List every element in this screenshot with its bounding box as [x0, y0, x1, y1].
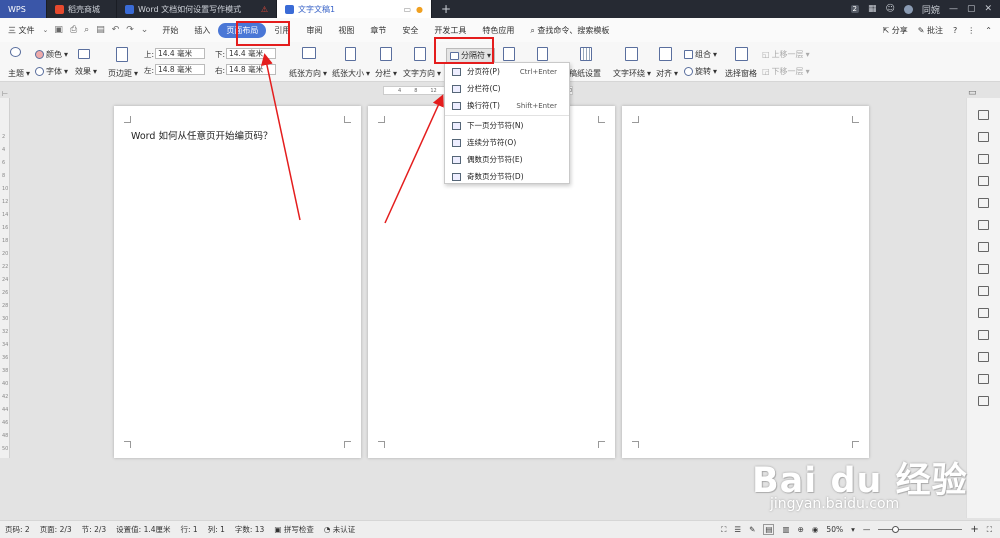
watermark-url: jingyan.baidu.com	[770, 496, 900, 512]
watermark-logo: Bai du 经验	[752, 461, 968, 501]
baidu-jingyan-watermark: Bai du 经验 jingyan.baidu.com	[752, 452, 968, 512]
arrow-to-break-menu	[384, 94, 444, 224]
arrow-to-page-layout	[261, 53, 301, 221]
